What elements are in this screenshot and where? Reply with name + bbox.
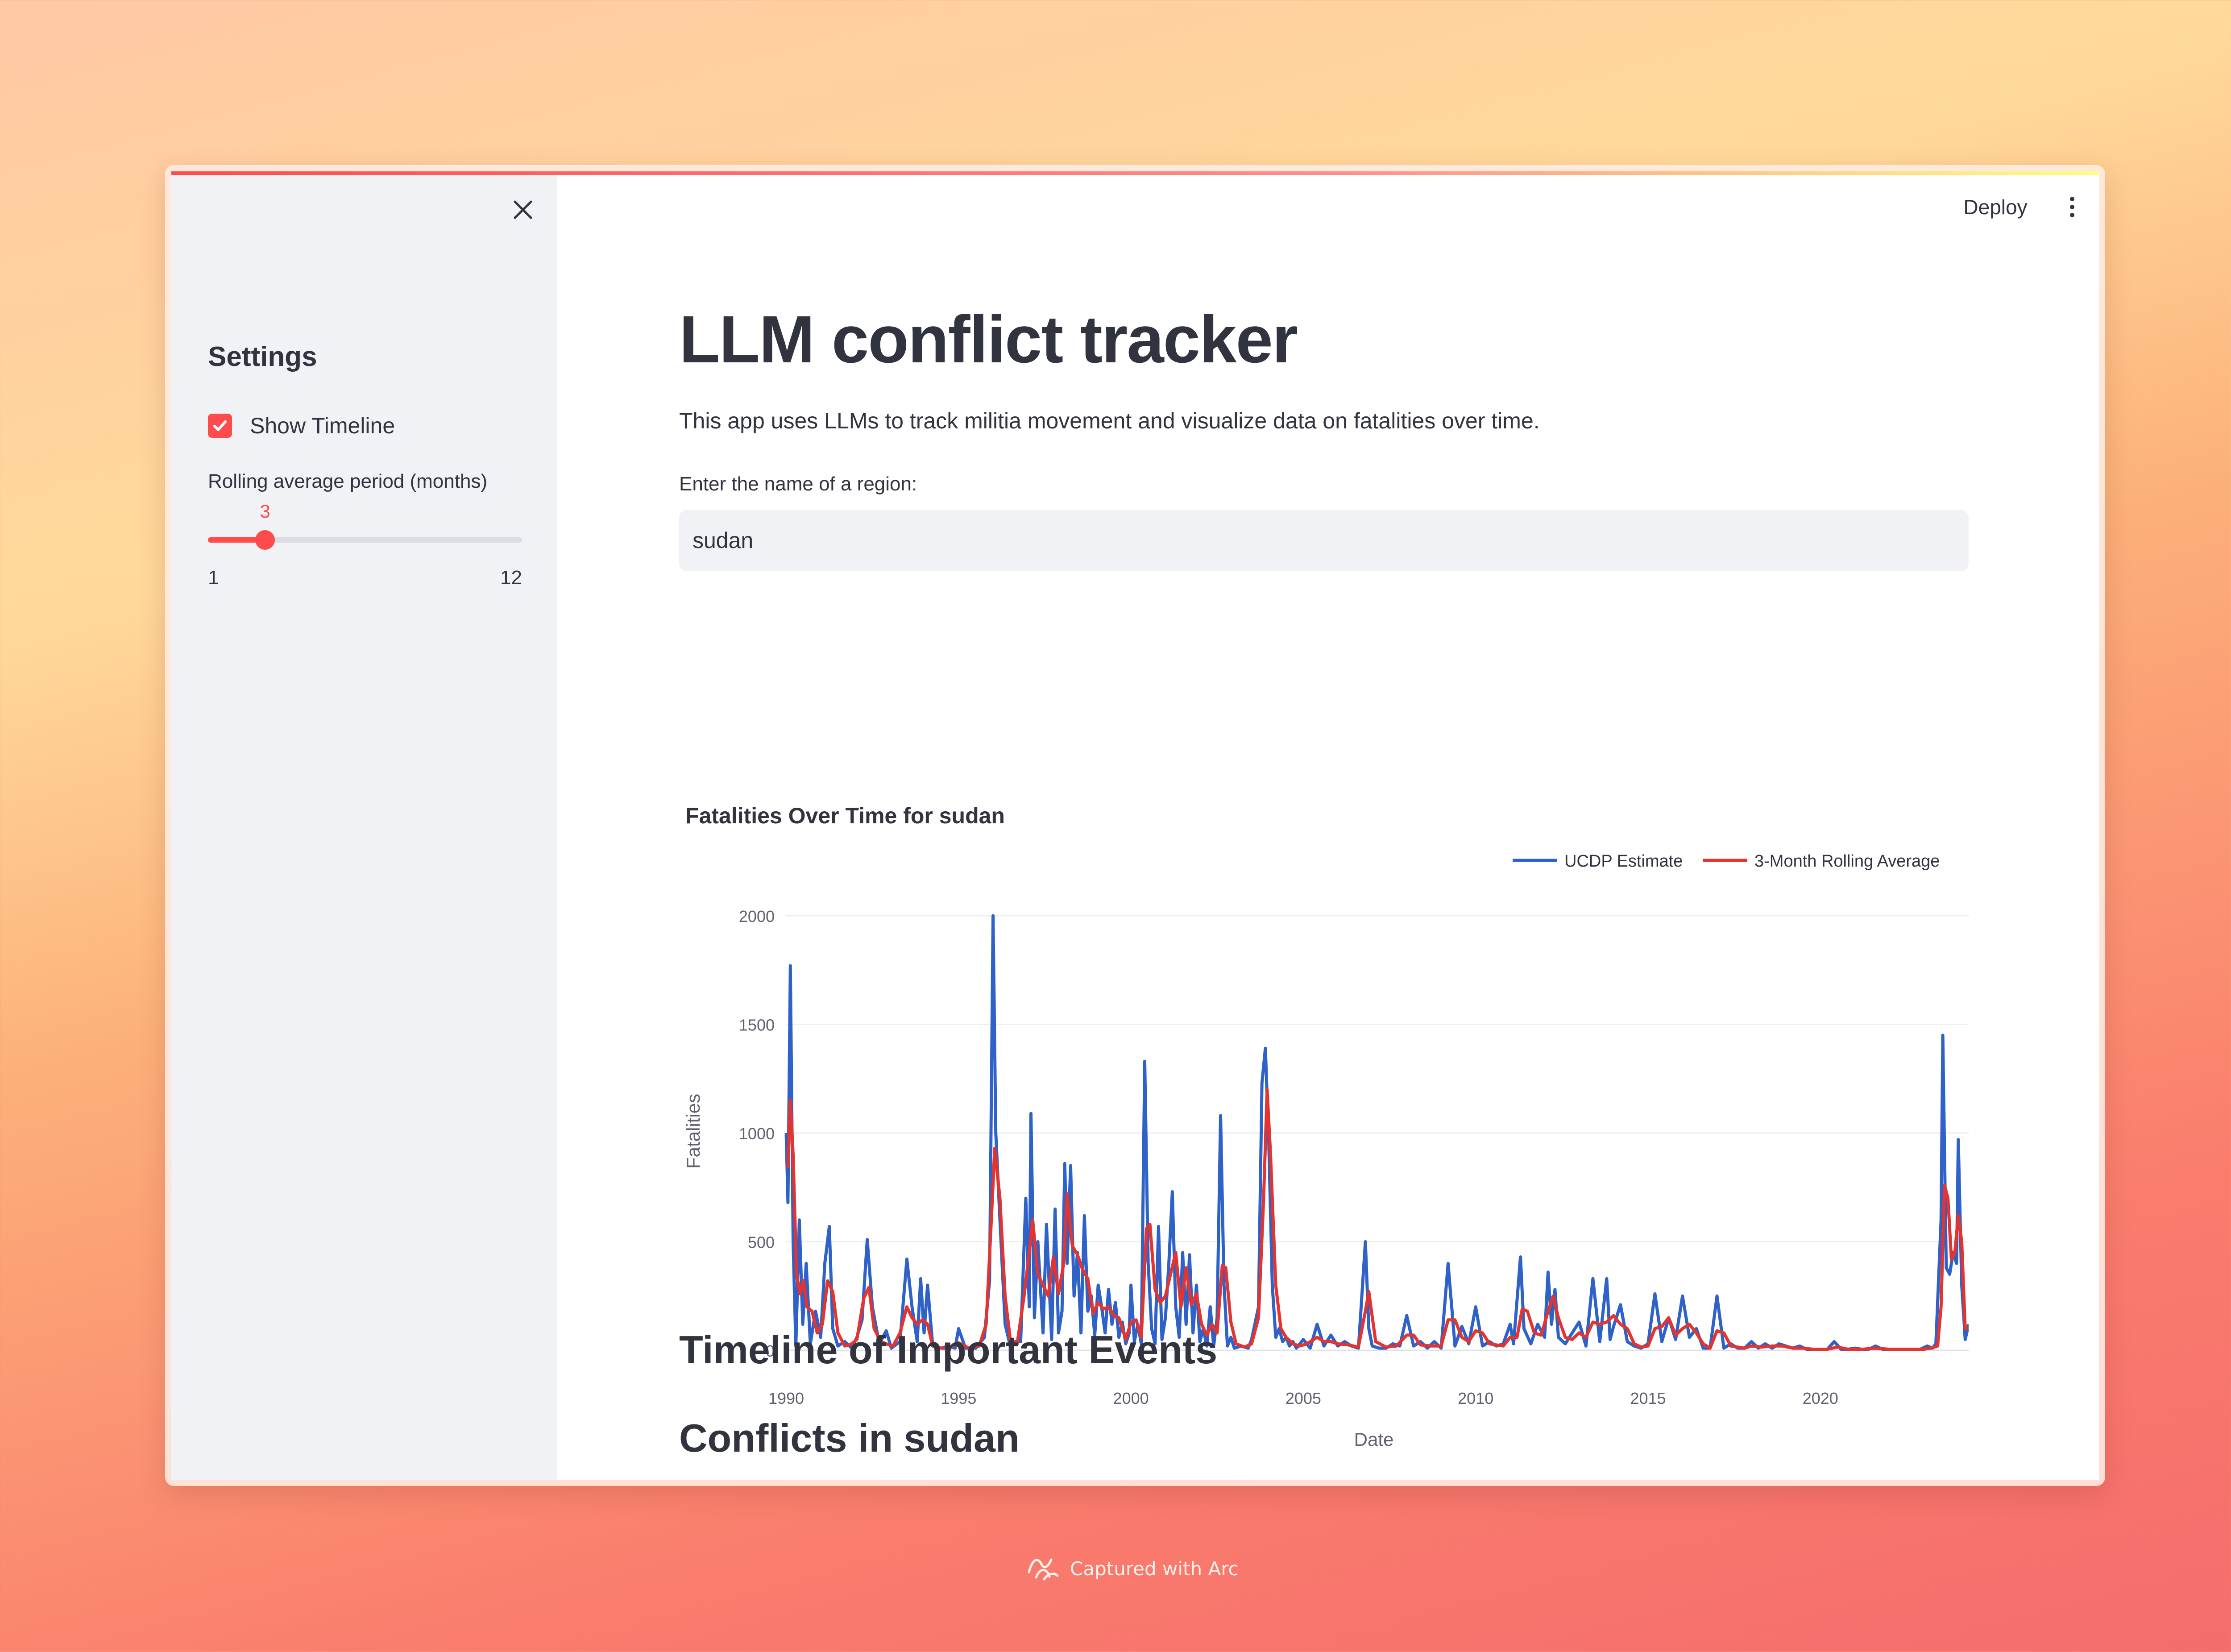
x-tick-label: 2020 [1803, 1389, 1838, 1407]
x-axis-ticks: 1990 1995 2000 2005 2010 2015 2020 [768, 1389, 1838, 1407]
show-timeline-label: Show Timeline [250, 413, 395, 438]
y-axis-label: Fatalities [683, 1094, 704, 1169]
capture-badge: Captured with Arc [1026, 1553, 1239, 1584]
top-decoration-bar [171, 171, 2099, 175]
rolling-period-label: Rolling average period (months) [208, 470, 488, 492]
chart-title: Fatalities Over Time for sudan [685, 803, 1005, 828]
checkmark-icon [213, 420, 227, 431]
slider-current-value: 3 [260, 501, 270, 522]
region-input-label: Enter the name of a region: [679, 473, 917, 495]
more-vertical-icon [2070, 197, 2074, 217]
timeline-heading: Timeline of Important Events [679, 1328, 1218, 1372]
sidebar: Settings Show Timeline Rolling average p… [171, 171, 557, 1480]
y-tick-label: 1000 [739, 1125, 775, 1143]
conflicts-heading: Conflicts in sudan [679, 1416, 1020, 1460]
rolling-average-line [786, 1088, 1969, 1351]
page-title: LLM conflict tracker [679, 302, 1298, 377]
chart-grid [786, 915, 1969, 1351]
slider-max-label: 12 [500, 567, 522, 589]
x-tick-label: 2015 [1630, 1389, 1666, 1407]
close-sidebar-button[interactable] [509, 195, 537, 224]
main-menu-button[interactable] [2058, 193, 2086, 221]
y-tick-label: 500 [748, 1233, 775, 1252]
legend-label: UCDP Estimate [1564, 852, 1683, 871]
close-icon [514, 200, 532, 219]
x-tick-label: 2000 [1113, 1389, 1149, 1407]
browser-window: Settings Show Timeline Rolling average p… [165, 165, 2105, 1486]
y-tick-label: 2000 [739, 907, 775, 926]
streamlit-app: Settings Show Timeline Rolling average p… [171, 171, 2099, 1480]
y-tick-label: 1500 [739, 1016, 775, 1034]
x-tick-label: 1990 [768, 1389, 804, 1407]
x-tick-label: 2005 [1286, 1389, 1321, 1407]
arc-logo-icon [1028, 1558, 1059, 1581]
y-axis-ticks: 0500100015002000 [739, 907, 775, 1360]
x-tick-label: 1995 [941, 1389, 976, 1407]
x-axis-label: Date [1354, 1429, 1394, 1450]
slider-min-label: 1 [208, 567, 219, 589]
rolling-period-slider[interactable] [208, 530, 522, 550]
slider-thumb[interactable] [255, 530, 275, 550]
x-tick-label: 2010 [1458, 1389, 1493, 1407]
app-description: This app uses LLMs to track militia move… [679, 408, 1540, 433]
region-input[interactable] [679, 510, 1969, 571]
chart-legend: UCDP Estimate 3-Month Rolling Average [1513, 852, 1940, 871]
show-timeline-checkbox[interactable]: Show Timeline [208, 408, 395, 444]
legend-label: 3-Month Rolling Average [1754, 852, 1940, 871]
sidebar-heading: Settings [208, 341, 317, 372]
checkbox-checked-icon[interactable] [208, 414, 232, 438]
deploy-button[interactable]: Deploy [1956, 189, 2035, 225]
capture-text: Captured with Arc [1070, 1557, 1239, 1580]
